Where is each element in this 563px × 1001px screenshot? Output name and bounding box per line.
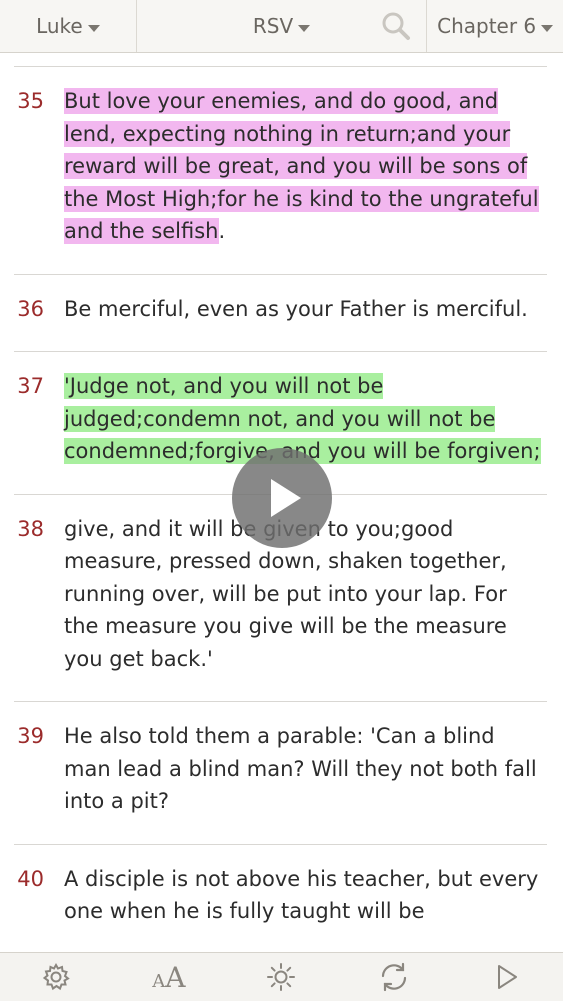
search-icon[interactable] <box>380 10 412 42</box>
play-icon <box>497 965 517 989</box>
verse-number: 35 <box>17 89 44 113</box>
brightness-icon <box>267 963 296 991</box>
version-label: RSV <box>252 14 294 38</box>
verse-number: 36 <box>17 296 44 321</box>
font-large-label: A <box>165 960 186 994</box>
verse-text: But love your enemies, and do good, and … <box>64 85 547 248</box>
verse-39[interactable]: 39 He also told them a parable: 'Can a b… <box>0 702 563 844</box>
verse-text: He also told them a parable: 'Can a blin… <box>64 724 537 813</box>
top-navigation-bar: Luke RSV Chapter 6 <box>0 0 563 53</box>
chapter-label: Chapter 6 <box>437 14 537 38</box>
verse-number: 38 <box>17 516 44 541</box>
verse-number: 37 <box>17 374 44 398</box>
chapter-selector[interactable]: Chapter 6 <box>426 0 563 52</box>
gear-icon <box>43 962 71 991</box>
font-size-icon: AA <box>152 961 185 994</box>
chevron-down-icon <box>87 24 100 32</box>
verse-tail: . <box>218 219 226 243</box>
sync-button[interactable] <box>364 955 424 999</box>
verse-35[interactable]: 35 But love your enemies, and do good, a… <box>0 67 563 274</box>
font-size-button[interactable]: AA <box>139 955 199 999</box>
play-audio-button[interactable] <box>477 955 537 999</box>
book-selector[interactable]: Luke <box>0 0 137 52</box>
verse-text: Be merciful, even as your Father is merc… <box>64 296 528 321</box>
verse-number: 39 <box>17 724 44 748</box>
chevron-down-icon <box>541 24 554 32</box>
font-small-label: A <box>152 970 166 992</box>
highlighted-text: 'Judge not, and you will not be judged;c… <box>64 373 541 464</box>
sync-icon <box>381 962 407 992</box>
play-overlay-button[interactable] <box>232 448 332 548</box>
highlighted-text: But love your enemies, and do good, and … <box>64 88 539 244</box>
verse-number: 40 <box>17 866 44 891</box>
brightness-button[interactable] <box>251 955 311 999</box>
verse-36[interactable]: 36 Be merciful, even as your Father is m… <box>0 275 563 352</box>
version-selector[interactable]: RSV <box>137 0 426 52</box>
play-icon <box>271 479 301 517</box>
book-label: Luke <box>36 14 83 38</box>
verse-40[interactable]: 40 A disciple is not above his teacher, … <box>0 845 563 954</box>
chevron-down-icon <box>298 24 311 32</box>
bottom-toolbar: AA <box>0 952 563 1001</box>
verse-text: A disciple is not above his teacher, but… <box>64 866 539 924</box>
settings-button[interactable] <box>26 955 86 999</box>
